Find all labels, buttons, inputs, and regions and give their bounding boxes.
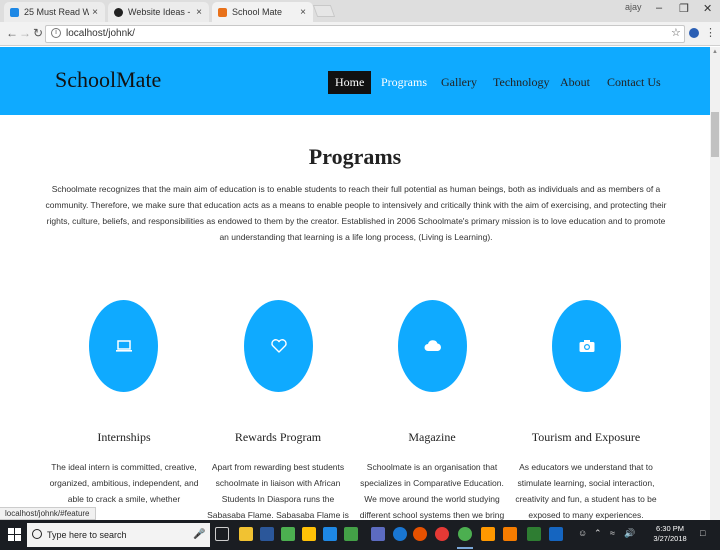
heart-icon [270,339,287,353]
tray-chevron-icon[interactable]: ⌃ [594,528,602,539]
tab-favicon-icon [10,7,19,17]
firefox-icon[interactable] [413,527,427,541]
nav-gallery[interactable]: Gallery [434,71,484,94]
browser-tab-active[interactable]: School Mate × [212,2,313,22]
browser-tab-strip: 25 Must Read Website Ir × Website Ideas … [0,0,720,22]
sublime-icon[interactable] [481,527,495,541]
tab-title: Website Ideas - Young Ei [128,7,193,17]
app-icon[interactable] [344,527,358,541]
nav-about[interactable]: About [553,71,597,94]
profile-label[interactable]: ajay [625,2,642,12]
page-scrollbar[interactable]: ▲ [710,47,720,520]
minimize-icon[interactable]: – [656,2,662,14]
tab-favicon-icon [218,7,227,17]
nav-home[interactable]: Home [328,71,372,94]
reload-icon[interactable]: ↻ [33,26,43,40]
new-tab-button[interactable] [312,5,336,17]
laptop-icon [115,340,132,352]
page-viewport: SchoolMate Home Programs Gallery Technol… [0,47,710,520]
feature-description: Schoolmate is an organisation that speci… [359,462,505,520]
tab-title: School Mate [232,7,283,17]
forward-icon[interactable]: → [19,26,31,40]
tab-title: 25 Must Read Website Ir [24,7,89,17]
rewards-program-circle[interactable] [244,300,313,392]
camera-icon [579,340,594,352]
volume-icon[interactable]: 🔊 [624,528,635,539]
edge-icon[interactable] [393,527,407,541]
browser-toolbar: ← → ↻ i localhost/johnk/ ☆ ⋮ [0,22,720,46]
nav-programs[interactable]: Programs [374,71,434,94]
tab-close-icon[interactable]: × [89,7,101,18]
windows-start-icon[interactable] [8,528,21,541]
clock-date: 3/27/2018 [653,534,687,543]
cloud-icon [424,340,441,351]
search-icon [32,529,42,539]
wifi-icon[interactable]: ≈ [610,528,615,538]
nav-contact-us[interactable]: Contact Us [600,71,668,94]
tab-favicon-icon [114,7,123,17]
taskbar-search-box[interactable]: Type here to search 🎤 [27,523,210,547]
app-icon[interactable] [281,527,295,541]
file-explorer-icon[interactable] [239,527,253,541]
tourism-circle[interactable] [552,300,621,392]
magazine-circle[interactable] [398,300,467,392]
site-header: SchoolMate Home Programs Gallery Technol… [0,47,710,115]
close-window-icon[interactable]: ✕ [703,2,712,15]
feature-description: As educators we understand that to stimu… [515,462,657,520]
extension-icon[interactable] [689,28,699,38]
address-url: localhost/johnk/ [66,28,135,39]
app-icon[interactable] [527,527,541,541]
address-bar[interactable]: i localhost/johnk/ [45,25,685,43]
status-bar-url: localhost/johnk/#feature [0,507,96,520]
programs-intro: Schoolmate recognizes that the main aim … [45,184,667,242]
internships-circle[interactable] [89,300,158,392]
nav-technology[interactable]: Technology [486,71,556,94]
info-icon[interactable]: i [51,28,61,38]
tab-close-icon[interactable]: × [297,7,309,18]
feature-description: The ideal intern is committed, creative,… [49,462,199,504]
active-app-indicator [457,547,473,549]
site-logo[interactable]: SchoolMate [55,67,161,93]
browser-tab[interactable]: Website Ideas - Young Ei × [108,2,209,22]
people-icon[interactable]: ☺ [578,528,587,538]
task-view-icon[interactable] [215,527,229,541]
programs-heading: Programs [308,144,402,169]
opera-icon[interactable] [435,527,449,541]
clock-time: 6:30 PM [656,524,684,533]
word-icon[interactable] [260,527,274,541]
app-icon[interactable] [371,527,385,541]
menu-kebab-icon[interactable]: ⋮ [705,26,716,39]
feature-description: Apart from rewarding best students schoo… [207,462,349,520]
bookmark-star-icon[interactable]: ☆ [671,26,681,39]
feature-title: Tourism and Exposure [531,430,641,444]
maximize-icon[interactable]: ❐ [679,2,689,15]
taskbar-clock[interactable]: 6:30 PM 3/27/2018 [648,524,692,544]
chrome-icon[interactable] [458,527,472,541]
xampp-icon[interactable] [503,527,517,541]
app-icon[interactable] [549,527,563,541]
notifications-icon[interactable]: □ [700,528,705,538]
back-icon[interactable]: ← [6,26,18,40]
scrollbar-thumb[interactable] [711,112,719,157]
app-icon[interactable] [302,527,316,541]
browser-tab[interactable]: 25 Must Read Website Ir × [4,2,105,22]
windows-taskbar: Type here to search 🎤 ☺ ⌃ ≈ 🔊 6:30 PM 3/… [0,520,720,550]
tab-close-icon[interactable]: × [193,7,205,18]
microphone-icon[interactable]: 🎤 [193,523,205,547]
scroll-up-icon[interactable]: ▲ [712,49,718,55]
search-placeholder: Type here to search [47,530,127,540]
app-icon[interactable] [323,527,337,541]
